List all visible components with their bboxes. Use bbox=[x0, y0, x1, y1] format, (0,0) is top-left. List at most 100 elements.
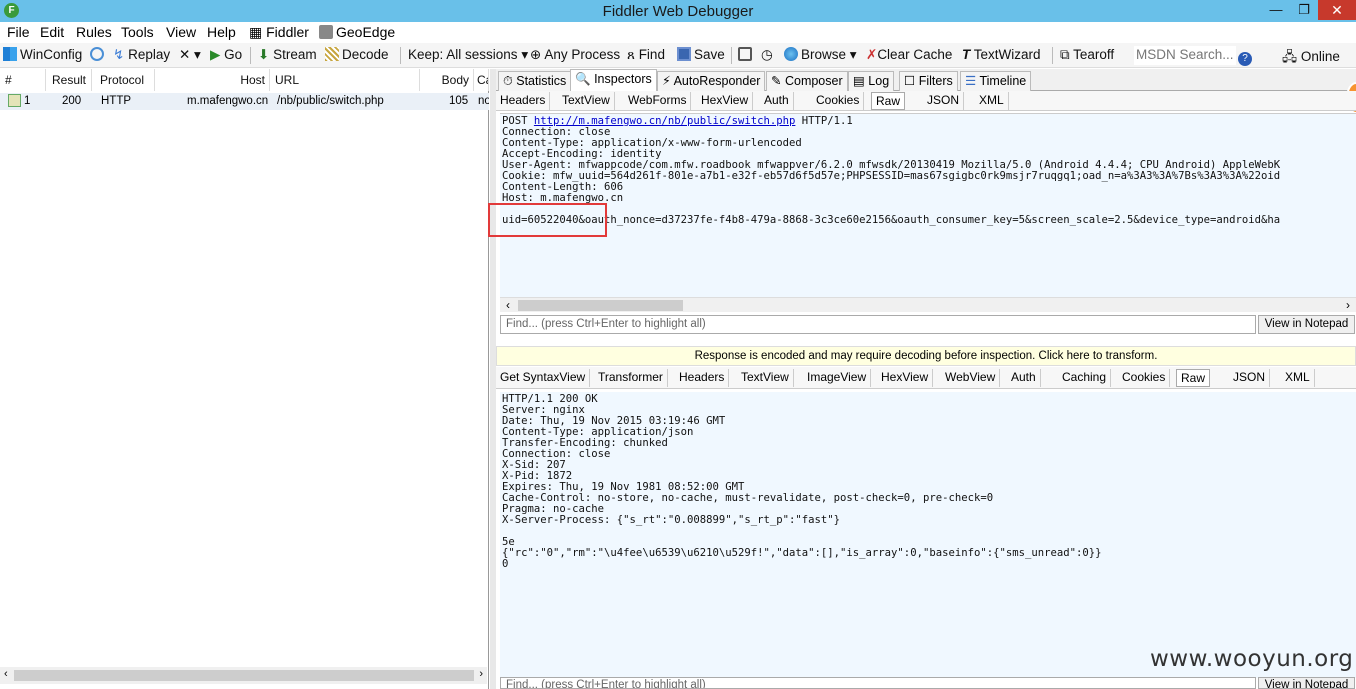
watermark: www.wooyun.org bbox=[1150, 646, 1354, 672]
resp-tab-auth[interactable]: Auth bbox=[1007, 369, 1041, 387]
request-find-input[interactable]: Find... (press Ctrl+Enter to highlight a… bbox=[500, 315, 1256, 334]
col-protocol[interactable]: Protocol bbox=[95, 69, 155, 91]
find-button[interactable]: ጸ Find bbox=[627, 47, 665, 63]
resp-tab-raw[interactable]: Raw bbox=[1176, 369, 1211, 387]
table-row[interactable]: 1 200 HTTP m.mafengwo.cn /nb/public/swit… bbox=[0, 93, 489, 110]
browse-button[interactable]: Browse ▾ bbox=[784, 47, 857, 63]
scroll-left-icon[interactable]: ‹ bbox=[4, 668, 8, 680]
help-button[interactable]: ? bbox=[1238, 47, 1255, 66]
req-tab-hexview[interactable]: HexView bbox=[697, 92, 754, 110]
menu-rules[interactable]: Rules bbox=[76, 24, 112, 40]
keep-sessions-dropdown[interactable]: Keep: All sessions ▾ bbox=[408, 47, 528, 63]
textwizard-button[interactable]: T TextWizard bbox=[962, 47, 1041, 62]
menu-help[interactable]: Help bbox=[207, 24, 236, 40]
cell-host: m.mafengwo.cn bbox=[187, 95, 269, 107]
menu-file[interactable]: File bbox=[7, 24, 30, 40]
timer-button[interactable]: ◷ bbox=[761, 47, 773, 63]
tab-filters[interactable]: ☐ Filters bbox=[899, 71, 958, 91]
tab-inspectors[interactable]: 🔍 Inspectors bbox=[570, 69, 657, 91]
camera-icon bbox=[738, 47, 752, 61]
replay-button[interactable]: ↯ Replay bbox=[113, 47, 170, 63]
remove-button[interactable]: ✕ ▾ bbox=[179, 47, 201, 63]
scroll-thumb[interactable] bbox=[14, 670, 474, 681]
resp-tab-headers[interactable]: Headers bbox=[675, 369, 730, 387]
col-result[interactable]: Result bbox=[46, 69, 92, 91]
scroll-right-icon[interactable]: › bbox=[479, 668, 483, 680]
req-tab-raw[interactable]: Raw bbox=[871, 92, 906, 110]
timeline-icon: ☰ bbox=[965, 74, 977, 88]
resp-tab-imageview[interactable]: ImageView bbox=[803, 369, 872, 387]
stream-button[interactable]: ⬇ Stream bbox=[258, 47, 317, 63]
decode-button[interactable]: Decode bbox=[325, 47, 389, 62]
response-raw-text[interactable]: HTTP/1.1 200 OK Server: nginx Date: Thu,… bbox=[500, 392, 1356, 678]
menu-geoedge[interactable]: GeoEdge bbox=[319, 24, 395, 40]
screenshot-button[interactable] bbox=[738, 47, 755, 62]
response-find-input[interactable]: Find... (press Ctrl+Enter to highlight a… bbox=[500, 677, 1256, 689]
request-horizontal-scrollbar[interactable]: ‹ › bbox=[500, 297, 1356, 312]
col-body[interactable]: Body bbox=[420, 69, 474, 91]
msdn-search-input[interactable]: MSDN Search... bbox=[1134, 46, 1236, 65]
resp-tab-caching[interactable]: Caching bbox=[1058, 369, 1112, 387]
online-indicator[interactable]: 🖧 Online bbox=[1282, 47, 1340, 70]
request-view-notepad-button[interactable]: View in Notepad bbox=[1258, 315, 1355, 334]
separator bbox=[731, 47, 732, 64]
resp-tab-xml[interactable]: XML bbox=[1281, 369, 1315, 387]
menu-fiddler[interactable]: ▦ Fiddler bbox=[249, 24, 309, 41]
tearoff-label: Tearoff bbox=[1073, 47, 1115, 62]
resp-tab-textview[interactable]: TextView bbox=[737, 369, 794, 387]
tab-composer[interactable]: ✎ Composer bbox=[766, 71, 848, 91]
menu-view[interactable]: View bbox=[166, 24, 196, 40]
menu-tools[interactable]: Tools bbox=[121, 24, 154, 40]
resp-tab-hexview[interactable]: HexView bbox=[877, 369, 934, 387]
request-raw-text[interactable]: POST http://m.mafengwo.cn/nb/public/swit… bbox=[500, 113, 1356, 297]
req-tab-textview[interactable]: TextView bbox=[558, 92, 615, 110]
resp-tab-syntaxview[interactable]: Get SyntaxView bbox=[496, 369, 591, 387]
separator bbox=[1052, 47, 1053, 64]
clear-cache-button[interactable]: ✗Clear Cache bbox=[866, 47, 952, 63]
minimize-button[interactable]: — bbox=[1262, 0, 1290, 20]
tab-composer-label: Composer bbox=[784, 74, 843, 88]
windows-icon bbox=[3, 47, 17, 61]
tab-filters-label: Filters bbox=[918, 74, 953, 88]
tab-statistics[interactable]: ⏱ Statistics bbox=[498, 71, 572, 91]
resp-tab-json[interactable]: JSON bbox=[1229, 369, 1271, 387]
resp-tab-webview[interactable]: WebView bbox=[941, 369, 1001, 387]
col-url[interactable]: URL bbox=[270, 69, 420, 91]
comment-icon bbox=[90, 47, 104, 61]
col-caching[interactable]: Ca bbox=[474, 69, 489, 91]
req-tab-json[interactable]: JSON bbox=[923, 92, 965, 110]
clock-icon: ◷ bbox=[761, 47, 773, 62]
col-host[interactable]: Host bbox=[155, 69, 270, 91]
req-tab-headers[interactable]: Headers bbox=[496, 92, 551, 110]
session-list[interactable]: # Result Protocol Host URL Body Ca 1 200… bbox=[0, 69, 489, 689]
replay-label: Replay bbox=[128, 47, 171, 62]
maximize-button[interactable]: ❐ bbox=[1290, 0, 1318, 20]
comment-button[interactable] bbox=[90, 47, 107, 62]
resp-tab-cookies[interactable]: Cookies bbox=[1118, 369, 1171, 387]
req-tab-webforms[interactable]: WebForms bbox=[624, 92, 692, 110]
any-process-button[interactable]: ⊕ Any Process bbox=[530, 47, 620, 63]
req-tab-auth[interactable]: Auth bbox=[760, 92, 794, 110]
tab-timeline[interactable]: ☰ Timeline bbox=[960, 71, 1032, 91]
scroll-left-icon[interactable]: ‹ bbox=[506, 298, 510, 312]
response-view-notepad-button[interactable]: View in Notepad bbox=[1258, 677, 1355, 689]
magnifier-icon: 🔍 bbox=[575, 72, 591, 86]
req-tab-cookies[interactable]: Cookies bbox=[812, 92, 865, 110]
menu-edit[interactable]: Edit bbox=[40, 24, 64, 40]
close-button[interactable]: ✕ bbox=[1318, 0, 1356, 20]
col-num[interactable]: # bbox=[0, 69, 46, 91]
scroll-thumb[interactable] bbox=[518, 300, 683, 311]
tab-log[interactable]: ▤ Log bbox=[848, 71, 895, 91]
session-horizontal-scrollbar[interactable]: ‹ › bbox=[0, 667, 487, 684]
tearoff-button[interactable]: ⧉ Tearoff bbox=[1060, 47, 1114, 63]
response-text: HTTP/1.1 200 OK Server: nginx Date: Thu,… bbox=[502, 393, 1102, 570]
menu-geoedge-label: GeoEdge bbox=[336, 24, 396, 40]
winconfig-button[interactable]: WinConfig bbox=[3, 47, 82, 62]
req-tab-xml[interactable]: XML bbox=[975, 92, 1009, 110]
scroll-right-icon[interactable]: › bbox=[1346, 298, 1350, 312]
tab-autoresponder[interactable]: ⚡ AutoResponder bbox=[657, 71, 766, 91]
save-button[interactable]: Save bbox=[677, 47, 725, 62]
go-button[interactable]: ▶ Go bbox=[210, 47, 242, 63]
resp-tab-transformer[interactable]: Transformer bbox=[594, 369, 668, 387]
encoding-banner[interactable]: Response is encoded and may require deco… bbox=[496, 346, 1356, 366]
